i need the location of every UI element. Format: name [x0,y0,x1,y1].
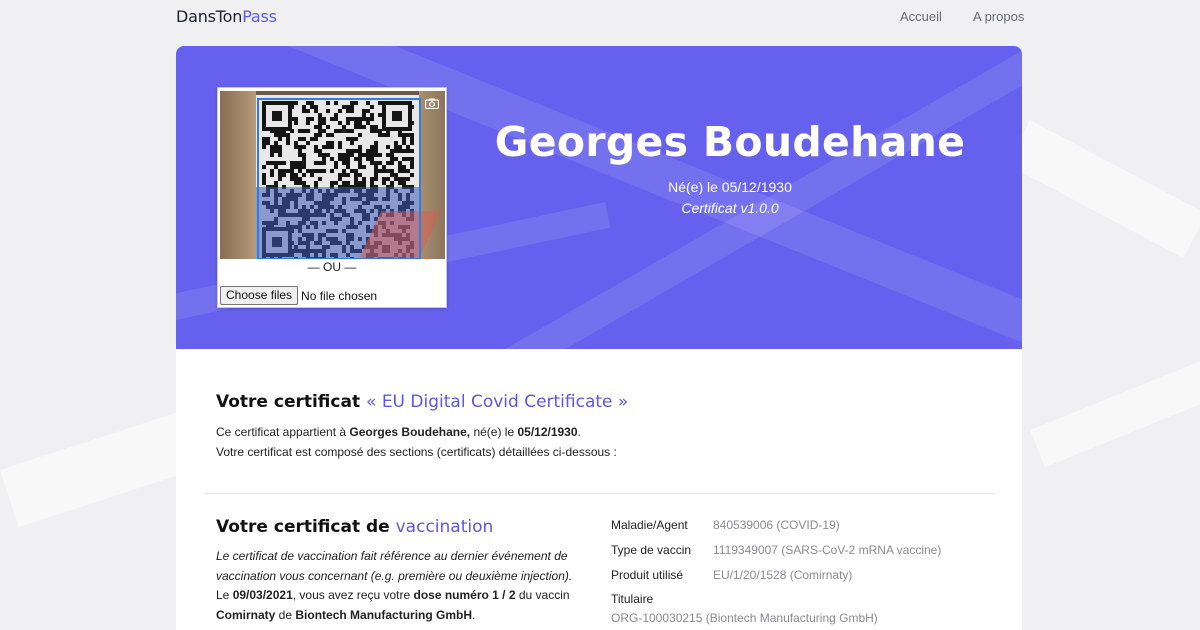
detail-value: ORG-100030215 (Biontech Manufacturing Gm… [611,611,878,625]
vaccine-name: Comirnaty [216,607,276,622]
vaccination-text: , vous avez reçu votre [292,588,414,602]
nav-link-accueil[interactable]: Accueil [900,9,942,24]
vaccination-note: Le certificat de vaccination fait référe… [216,549,573,583]
camera-preview[interactable] [220,91,445,259]
vaccination-text: de [275,607,296,622]
vaccine-manufacturer: Biontech Manufacturing GmbH [295,607,473,622]
background-decoration [1006,120,1200,259]
detail-key: Type de vaccin [611,543,692,557]
detail-row-holder: Titulaire ORG-100030215 (Biontech Manufa… [611,592,878,625]
detail-value: 840539006 (COVID-19) [713,518,840,532]
vaccination-heading-prefix: Votre certificat de [216,517,390,537]
vaccination-heading-accent: vaccination [395,517,494,537]
certificate-heading-accent: « EU Digital Covid Certificate » [366,392,629,412]
detail-key: Maladie/Agent [611,518,688,532]
owner-line-text: . [577,425,581,439]
section-divider [204,493,995,494]
holder-name: Georges Boudehane [494,118,966,166]
scan-frame [257,98,421,259]
vaccination-description: Le certificat de vaccination fait référe… [216,547,586,625]
detail-value: EU/1/20/1528 (Comirnaty) [713,568,853,582]
vaccination-heading: Votre certificat de vaccination [216,517,493,537]
certificate-sections-line: Votre certificat est composé des section… [216,445,617,459]
vaccination-text: . [472,607,476,622]
certificate-card: — OU — Choose files No file chosen George… [176,46,1022,630]
vaccination-text: Le [216,588,233,602]
top-navbar: DansTonPass Accueil A propos [0,0,1200,34]
background-decoration [1030,355,1200,468]
choose-files-button[interactable]: Choose files [220,286,299,305]
certificate-owner-line: Ce certificat appartient à Georges Boude… [216,423,581,443]
owner-line-text: né(e) le [470,425,518,439]
hero-banner: — OU — Choose files No file chosen George… [176,46,1022,349]
vaccination-dose: dose numéro 1 / 2 [413,588,516,602]
certificate-version: Certificat v1.0.0 [681,200,779,216]
owner-line-date: 05/12/1930 [517,425,578,439]
certificate-heading-prefix: Votre certificat [216,392,361,412]
brand-logo[interactable]: DansTonPass [176,7,277,26]
owner-line-name: Georges Boudehane, [349,425,471,439]
certificate-heading: Votre certificat « EU Digital Covid Cert… [216,392,628,412]
detail-key: Produit utilisé [611,568,684,582]
file-upload: Choose files No file chosen [220,286,377,306]
brand-text-part2: Pass [242,7,277,26]
camera-icon[interactable] [424,98,440,110]
vaccination-date: 09/03/2021 [232,588,293,602]
holder-birthdate: Né(e) le 05/12/1930 [668,179,792,195]
detail-key: Titulaire [611,592,654,606]
nav-link-a-propos[interactable]: A propos [973,9,1024,24]
camera-preview-background [220,91,256,259]
file-status: No file chosen [301,288,378,303]
or-separator: — OU — [307,260,357,274]
owner-line-text: Ce certificat appartient à [216,425,350,439]
vaccination-text: du vaccin [515,588,570,602]
brand-text-part1: DansTon [176,7,243,26]
detail-value: 1119349007 (SARS-CoV-2 mRNA vaccine) [713,543,942,557]
qr-scanner-panel: — OU — Choose files No file chosen [217,87,447,308]
